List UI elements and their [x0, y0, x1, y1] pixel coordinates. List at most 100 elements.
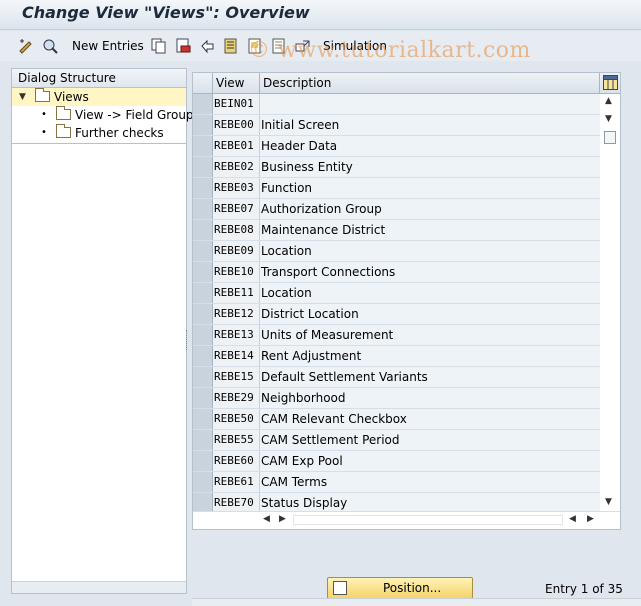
description-cell[interactable]: Units of Measurement [260, 325, 600, 345]
table-row[interactable]: REBE29 Neighborhood [193, 388, 600, 409]
scroll-up-icon[interactable]: ▲ [605, 96, 612, 106]
row-selector[interactable] [193, 157, 213, 177]
description-cell[interactable]: Maintenance District [260, 220, 600, 240]
table-row[interactable]: REBE02 Business Entity [193, 157, 600, 178]
view-cell[interactable]: REBE29 [213, 388, 260, 408]
description-cell[interactable]: Header Data [260, 136, 600, 156]
view-cell[interactable]: REBE60 [213, 451, 260, 471]
description-cell[interactable]: Function [260, 178, 600, 198]
table-row[interactable]: REBE15 Default Settlement Variants [193, 367, 600, 388]
table-row[interactable]: BEIN01 [193, 94, 600, 115]
view-cell[interactable]: REBE10 [213, 262, 260, 282]
position-button[interactable]: Position... [327, 577, 473, 599]
row-selector[interactable] [193, 199, 213, 219]
scroll-right-icon[interactable]: ▶ [279, 514, 286, 524]
vertical-scrollbar[interactable]: ▲ ▼ ▼ [601, 94, 620, 511]
column-header-view[interactable]: View [213, 73, 260, 94]
table-row[interactable]: REBE50 CAM Relevant Checkbox [193, 409, 600, 430]
copy-icon[interactable] [151, 38, 167, 54]
table-row[interactable]: REBE00 Initial Screen [193, 115, 600, 136]
horizontal-scrollbar[interactable]: ◀ ▶ ◀ ▶ [193, 511, 620, 529]
description-cell[interactable]: Location [260, 283, 600, 303]
table-row[interactable]: REBE14 Rent Adjustment [193, 346, 600, 367]
tree-item-views[interactable]: ▼ Views [12, 88, 186, 106]
description-cell[interactable]: District Location [260, 304, 600, 324]
scroll-down-icon[interactable]: ▼ [605, 497, 612, 507]
table-row[interactable]: REBE03 Function [193, 178, 600, 199]
row-selector[interactable] [193, 493, 213, 513]
tree-item-further-checks[interactable]: • Further checks [12, 124, 186, 142]
description-cell[interactable]: Default Settlement Variants [260, 367, 600, 387]
display-icon[interactable] [42, 38, 58, 54]
row-selector[interactable] [193, 115, 213, 135]
description-cell[interactable]: CAM Relevant Checkbox [260, 409, 600, 429]
row-selector[interactable] [193, 178, 213, 198]
table-row[interactable]: REBE07 Authorization Group [193, 199, 600, 220]
scroll-right-icon[interactable]: ▶ [587, 514, 594, 524]
new-entries-button[interactable]: New Entries [72, 39, 144, 53]
undo-icon[interactable] [199, 38, 215, 54]
description-cell[interactable]: Status Display [260, 493, 600, 513]
view-cell[interactable]: REBE70 [213, 493, 260, 513]
row-selector[interactable] [193, 367, 213, 387]
view-cell[interactable]: REBE13 [213, 325, 260, 345]
delete-icon[interactable] [175, 38, 191, 54]
row-selector[interactable] [193, 346, 213, 366]
select-all-icon[interactable] [223, 38, 239, 54]
description-cell[interactable]: Authorization Group [260, 199, 600, 219]
row-selector[interactable] [193, 94, 213, 114]
column-settings-icon[interactable] [603, 75, 618, 93]
table-row[interactable]: REBE10 Transport Connections [193, 262, 600, 283]
description-cell[interactable] [260, 94, 600, 114]
horizontal-scrollbar[interactable] [12, 581, 186, 593]
view-cell[interactable]: REBE55 [213, 430, 260, 450]
view-cell[interactable]: REBE11 [213, 283, 260, 303]
view-cell[interactable]: REBE15 [213, 367, 260, 387]
row-selector[interactable] [193, 136, 213, 156]
description-cell[interactable]: CAM Settlement Period [260, 430, 600, 450]
display-change-icon[interactable] [18, 38, 34, 54]
table-row[interactable]: REBE61 CAM Terms [193, 472, 600, 493]
row-selector[interactable] [193, 430, 213, 450]
scroll-thumb[interactable] [604, 131, 616, 144]
scroll-down-page-icon[interactable]: ▼ [605, 114, 612, 124]
view-cell[interactable]: REBE08 [213, 220, 260, 240]
view-cell[interactable]: BEIN01 [213, 94, 260, 114]
column-header-description[interactable]: Description [260, 73, 600, 94]
view-cell[interactable]: REBE07 [213, 199, 260, 219]
row-selector[interactable] [193, 220, 213, 240]
view-cell[interactable]: REBE12 [213, 304, 260, 324]
select-all-cell[interactable] [193, 73, 213, 94]
scroll-left-icon[interactable]: ◀ [569, 514, 576, 524]
row-selector[interactable] [193, 325, 213, 345]
panel-splitter[interactable] [186, 330, 189, 350]
description-cell[interactable]: Transport Connections [260, 262, 600, 282]
table-row[interactable]: REBE55 CAM Settlement Period [193, 430, 600, 451]
row-selector[interactable] [193, 304, 213, 324]
table-row[interactable]: REBE60 CAM Exp Pool [193, 451, 600, 472]
scroll-track[interactable] [293, 515, 563, 525]
description-cell[interactable]: CAM Terms [260, 472, 600, 492]
row-selector[interactable] [193, 451, 213, 471]
view-cell[interactable]: REBE50 [213, 409, 260, 429]
row-selector[interactable] [193, 472, 213, 492]
table-row[interactable]: REBE08 Maintenance District [193, 220, 600, 241]
scroll-left-icon[interactable]: ◀ [263, 514, 270, 524]
row-selector[interactable] [193, 262, 213, 282]
table-row[interactable]: REBE13 Units of Measurement [193, 325, 600, 346]
description-cell[interactable]: CAM Exp Pool [260, 451, 600, 471]
view-cell[interactable]: REBE14 [213, 346, 260, 366]
table-row[interactable]: REBE09 Location [193, 241, 600, 262]
description-cell[interactable]: Rent Adjustment [260, 346, 600, 366]
description-cell[interactable]: Location [260, 241, 600, 261]
description-cell[interactable]: Business Entity [260, 157, 600, 177]
view-cell[interactable]: REBE01 [213, 136, 260, 156]
expand-arrow-icon[interactable]: ▼ [19, 88, 26, 106]
view-cell[interactable]: REBE09 [213, 241, 260, 261]
table-row[interactable]: REBE12 District Location [193, 304, 600, 325]
description-cell[interactable]: Neighborhood [260, 388, 600, 408]
view-cell[interactable]: REBE02 [213, 157, 260, 177]
row-selector[interactable] [193, 283, 213, 303]
view-cell[interactable]: REBE03 [213, 178, 260, 198]
table-row[interactable]: REBE11 Location [193, 283, 600, 304]
